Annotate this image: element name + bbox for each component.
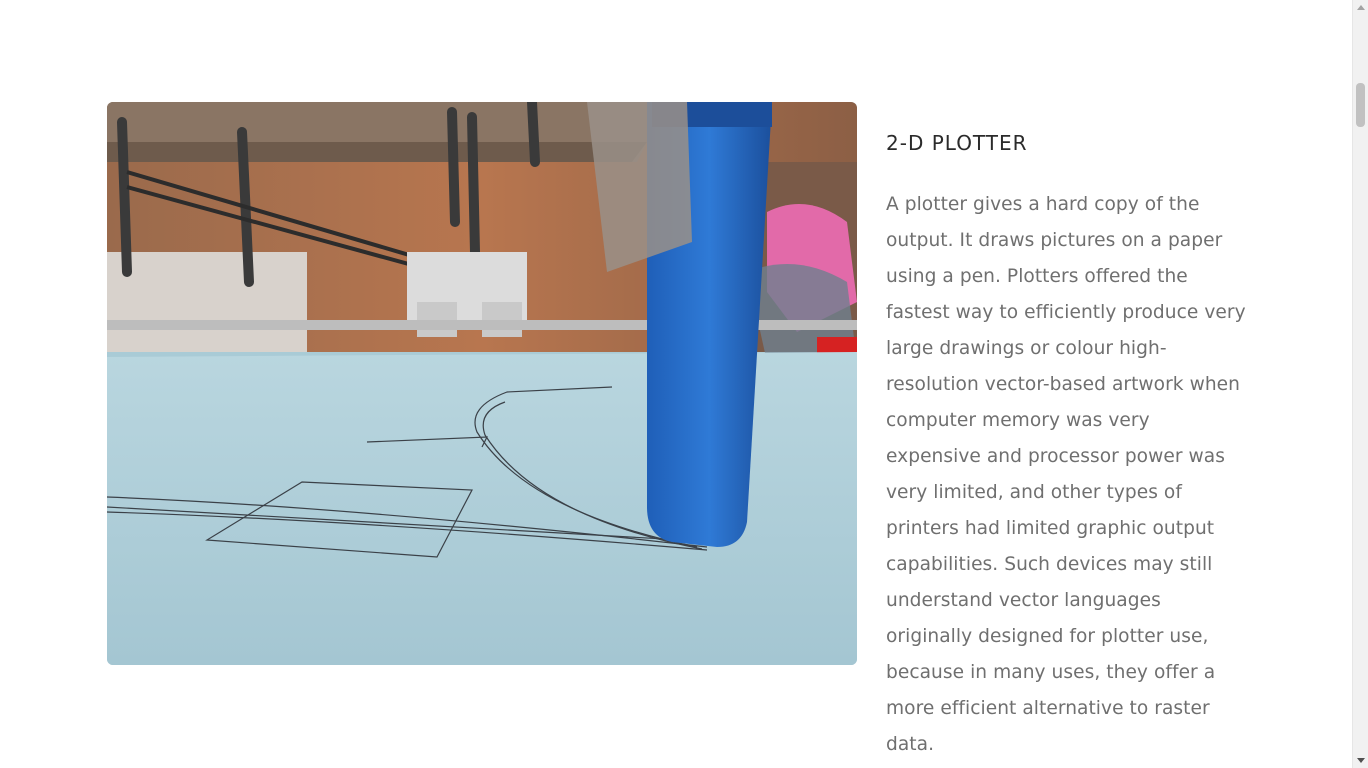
main-content: 2-D PLOTTER A plotter gives a hard copy … xyxy=(0,0,1352,768)
page: 2-D PLOTTER A plotter gives a hard copy … xyxy=(0,0,1368,768)
section-title: 2-D PLOTTER xyxy=(886,131,1028,155)
section-paragraph: A plotter gives a hard copy of the outpu… xyxy=(886,194,1246,755)
scroll-up-arrow-icon[interactable] xyxy=(1357,5,1365,10)
scrollbar-thumb[interactable] xyxy=(1356,83,1365,127)
vertical-scrollbar[interactable] xyxy=(1352,0,1368,768)
plotter-photo xyxy=(107,102,857,665)
description-column: 2-D PLOTTER A plotter gives a hard copy … xyxy=(886,128,1248,763)
scroll-down-arrow-icon[interactable] xyxy=(1357,758,1365,763)
